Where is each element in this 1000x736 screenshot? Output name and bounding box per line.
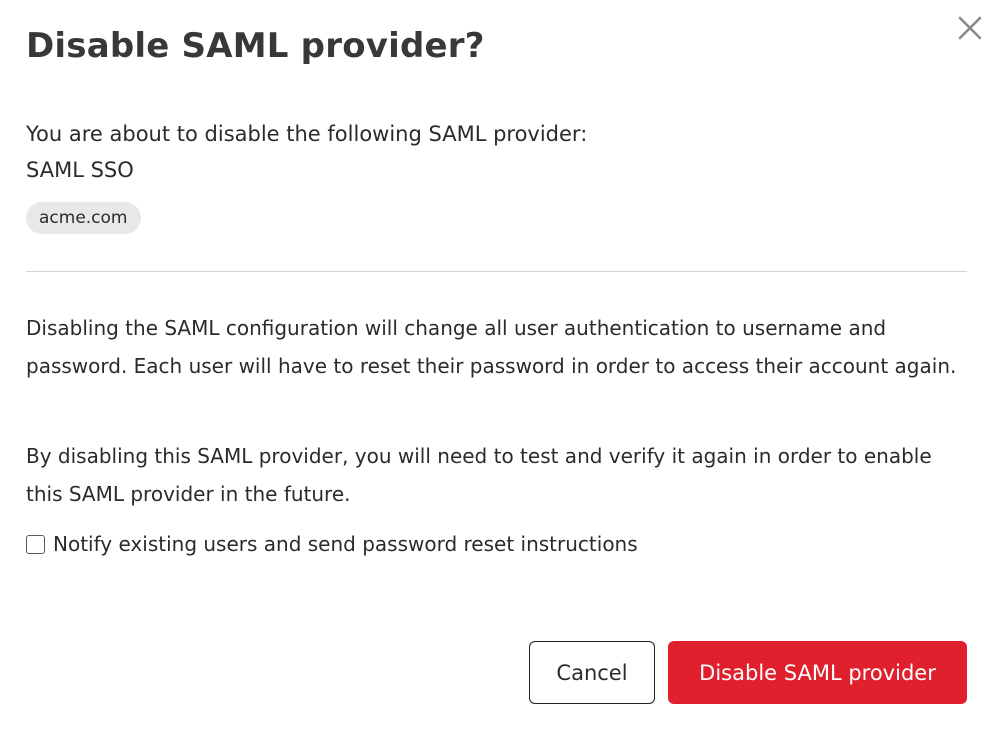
close-icon (958, 16, 982, 40)
intro-text: You are about to disable the following S… (26, 122, 588, 146)
notify-users-checkbox[interactable] (26, 534, 45, 554)
warning-paragraph-auth: Disabling the SAML configuration will ch… (26, 316, 957, 378)
warning-paragraph-verify: By disabling this SAML provider, you wil… (26, 444, 932, 506)
disable-saml-provider-button[interactable]: Disable SAML provider (668, 641, 967, 704)
dialog-title: Disable SAML provider? (26, 26, 485, 66)
cancel-button[interactable]: Cancel (529, 641, 655, 704)
disable-saml-dialog: Disable SAML provider? You are about to … (0, 0, 1000, 736)
provider-name: SAML SSO (26, 158, 134, 182)
notify-users-option[interactable]: Notify existing users and send password … (26, 526, 638, 562)
notify-users-label: Notify existing users and send password … (53, 532, 638, 556)
divider (26, 271, 967, 272)
domain-chip: acme.com (26, 202, 141, 234)
close-button[interactable] (952, 10, 988, 46)
